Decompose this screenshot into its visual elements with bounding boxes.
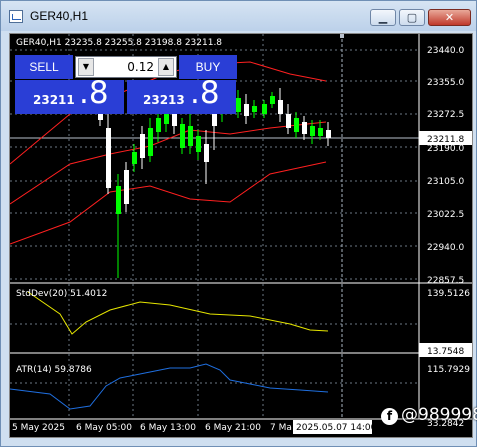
price-label: 23022.5 [427, 210, 464, 220]
time-label: 6 May 13:00 [140, 423, 196, 433]
sell-button[interactable]: SELL [15, 55, 73, 79]
atr-axis-top: 115.7929 [427, 365, 470, 375]
ask-price-main: 23213 [143, 93, 185, 107]
time-label: 6 May 21:00 [205, 423, 261, 433]
price-label: 23190.0 [427, 144, 464, 154]
price-label: 23272.5 [427, 110, 464, 120]
price-label: 23105.0 [427, 177, 464, 187]
price-label: 23440.0 [427, 46, 464, 56]
bid-price-button[interactable]: 23211 .8 [15, 76, 124, 114]
chart-header: GER40,H1 23235.8 23255.8 23198.8 23211.8 [16, 38, 222, 48]
volume-increase-button[interactable]: ▲ [158, 58, 174, 76]
chart-icon [9, 10, 23, 23]
social-logo-icon: f [381, 408, 398, 425]
stddev-axis-bottom: 13.7548 [427, 347, 464, 357]
close-button[interactable]: ✕ [428, 9, 471, 26]
ask-price-big: .8 [190, 75, 220, 111]
chart-area[interactable]: 23440.0 23355.0 23272.5 23190.0 23105.0 … [9, 33, 473, 438]
watermark: f @989998 [381, 405, 477, 431]
watermark-text: @989998 [401, 405, 477, 425]
maximize-button[interactable]: ▢ [399, 9, 425, 26]
time-label: 5 May 2025 [12, 423, 65, 433]
chart-window: GER40,H1 ▁ ▢ ✕ 23440.0 23355.0 23272.5 2… [0, 0, 477, 447]
current-price-tag: 23211.8 [427, 135, 464, 145]
time-label: 6 May 05:00 [76, 423, 132, 433]
volume-input[interactable]: 0.12 [96, 58, 154, 76]
volume-decrease-button[interactable]: ▼ [78, 58, 94, 76]
bid-price-main: 23211 [33, 93, 75, 107]
atr-label: ATR(14) 59.8786 [16, 365, 92, 375]
minimize-button[interactable]: ▁ [370, 9, 396, 26]
title-bar[interactable]: GER40,H1 ▁ ▢ ✕ [1, 1, 476, 31]
price-label: 22857.5 [427, 276, 464, 286]
ask-price-button[interactable]: 23213 .8 [127, 76, 236, 114]
window-title: GER40,H1 [30, 9, 89, 23]
price-label: 23355.0 [427, 78, 464, 88]
crosshair-time-tag: 2025.05.07 14:00 [296, 423, 377, 433]
stddev-axis-top: 139.5126 [427, 289, 470, 299]
stddev-label: StdDev(20) 51.4012 [16, 289, 107, 299]
time-label: 7 Ma [270, 423, 292, 433]
bid-price-big: .8 [79, 75, 109, 111]
price-label: 22940.0 [427, 243, 464, 253]
one-click-trading-panel: SELL ▼ 0.12 ▲ BUY 23211 .8 23213 .8 [15, 55, 237, 114]
